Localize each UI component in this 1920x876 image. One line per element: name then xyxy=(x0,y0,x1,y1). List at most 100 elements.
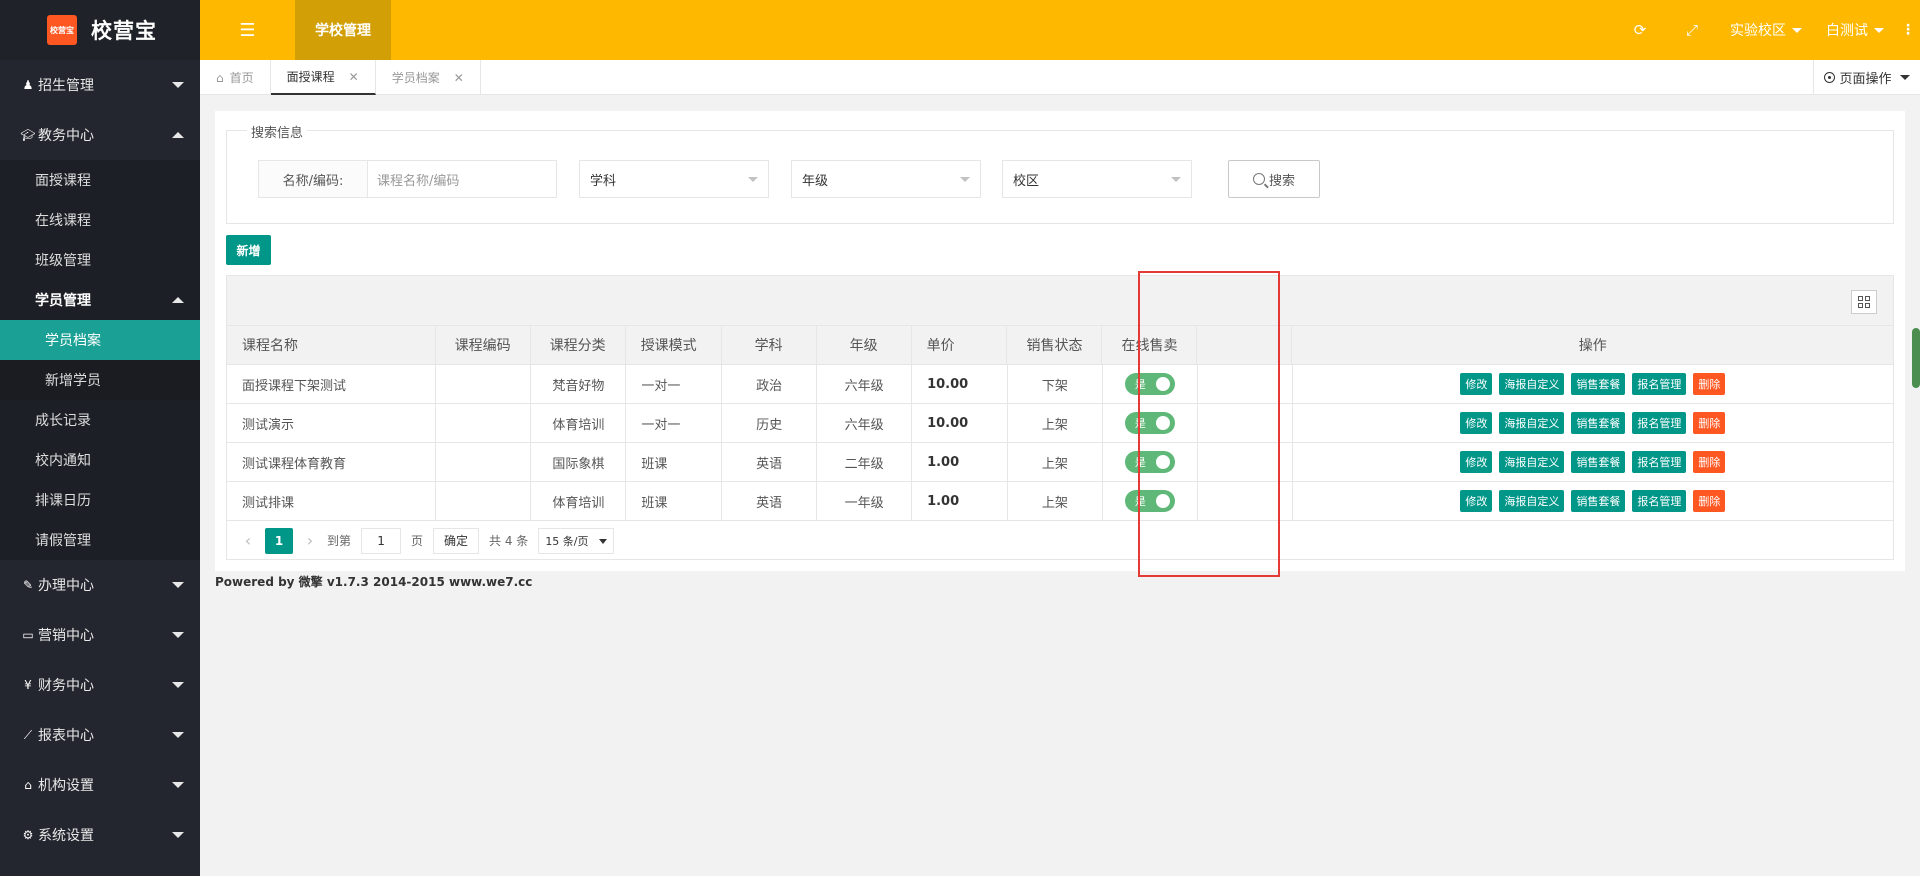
fullscreen-icon[interactable]: ⤢ xyxy=(1666,21,1718,39)
footer-powered-by: Powered by 微擎 v1.7.3 2014-2015 www.we7.c… xyxy=(215,575,533,589)
col-header[interactable]: 单价 xyxy=(912,326,1008,364)
enrollment-management-button[interactable]: 报名管理 xyxy=(1632,412,1687,434)
search-panel: 搜索信息 名称/编码: 课程名称/编码 学科 年级 校区 搜索 xyxy=(226,122,1894,224)
cell-subject: 英语 xyxy=(722,443,818,481)
cell-price: 10.00 xyxy=(912,365,1008,403)
cell-mode: 一对一 xyxy=(626,365,723,403)
tab-face-courses[interactable]: 面授课程 ✕ xyxy=(270,60,376,95)
sidebar-group-academic[interactable]: 🎓︎ 教务中心 xyxy=(0,110,200,160)
bank-icon: ⌂ xyxy=(24,778,32,792)
logo[interactable]: 校营宝 校营宝 xyxy=(0,0,200,60)
sidebar-item-add-student[interactable]: 新增学员 xyxy=(0,360,200,400)
edit-button[interactable]: 修改 xyxy=(1460,373,1493,395)
sidebar-group-enrollment[interactable]: ♟ 招生管理 xyxy=(0,60,200,110)
sidebar-item-student-files[interactable]: 学员档案 xyxy=(0,320,200,360)
sidebar-group-reports[interactable]: ⟋ 报表中心 xyxy=(0,710,200,760)
add-button[interactable]: 新增 xyxy=(226,235,271,265)
page-tabs: ⌂ 首页 面授课程 ✕ 学员档案 ✕ 页面操作 xyxy=(200,60,1920,95)
poster-custom-button[interactable]: 海报自定义 xyxy=(1499,490,1565,512)
enrollment-management-button[interactable]: 报名管理 xyxy=(1632,373,1687,395)
sales-package-button[interactable]: 销售套餐 xyxy=(1571,490,1626,512)
page-size-select[interactable]: 15 条/页 xyxy=(538,527,615,554)
col-header[interactable]: 学科 xyxy=(722,326,817,364)
sidebar-item-leave-management[interactable]: 请假管理 xyxy=(0,520,200,560)
edit-icon: ✎ xyxy=(22,578,34,592)
columns-icon[interactable] xyxy=(1851,290,1877,314)
sidebar-item-schedule-calendar[interactable]: 排课日历 xyxy=(0,480,200,520)
edit-button[interactable]: 修改 xyxy=(1460,412,1493,434)
academic-submenu: 面授课程 在线课程 班级管理 学员管理 学员档案 新增学员 成长记录 校内通知 … xyxy=(0,160,200,560)
col-header[interactable]: 操作 xyxy=(1292,326,1893,364)
sidebar-group-finance[interactable]: ¥ 财务中心 xyxy=(0,660,200,710)
col-header[interactable]: 课程名称 xyxy=(227,326,436,364)
col-header[interactable]: 课程分类 xyxy=(531,326,626,364)
more-vertical-icon[interactable]: ⋮ xyxy=(1896,22,1920,38)
page-input[interactable]: 1 xyxy=(361,527,402,554)
header-tab-school-management[interactable]: 学校管理 xyxy=(295,0,391,60)
edit-button[interactable]: 修改 xyxy=(1460,490,1493,512)
student-submenu: 学员档案 新增学员 xyxy=(0,320,200,400)
cell-subject: 政治 xyxy=(722,365,818,403)
page-number-current[interactable]: 1 xyxy=(265,527,293,554)
page-operations-dropdown[interactable]: 页面操作 xyxy=(1813,60,1920,94)
chevron-down-icon xyxy=(172,582,184,588)
cell-actions: 修改 海报自定义 销售套餐 报名管理 删除 xyxy=(1293,365,1893,403)
course-table: 课程名称 课程编码 课程分类 授课模式 学科 年级 单价 销售状态 在线售卖 操… xyxy=(226,275,1894,560)
sidebar-group-marketing[interactable]: ▭ 营销中心 xyxy=(0,610,200,660)
prev-page-icon[interactable]: ‹ xyxy=(241,531,255,550)
col-header[interactable]: 授课模式 xyxy=(626,326,722,364)
name-code-input[interactable]: 课程名称/编码 xyxy=(367,160,557,198)
sidebar-group-system-settings[interactable]: ⚙ 系统设置 xyxy=(0,810,200,860)
tab-student-files[interactable]: 学员档案 ✕ xyxy=(376,60,481,95)
poster-custom-button[interactable]: 海报自定义 xyxy=(1499,373,1565,395)
cell-actions: 修改 海报自定义 销售套餐 报名管理 删除 xyxy=(1293,443,1893,481)
poster-custom-button[interactable]: 海报自定义 xyxy=(1499,412,1565,434)
sales-package-button[interactable]: 销售套餐 xyxy=(1571,373,1626,395)
sales-package-button[interactable]: 销售套餐 xyxy=(1571,412,1626,434)
sidebar-item-school-notices[interactable]: 校内通知 xyxy=(0,440,200,480)
sidebar-item-class-management[interactable]: 班级管理 xyxy=(0,240,200,280)
target-icon xyxy=(1824,71,1836,83)
close-icon[interactable]: ✕ xyxy=(349,70,359,84)
delete-button[interactable]: 删除 xyxy=(1693,490,1726,512)
enrollment-management-button[interactable]: 报名管理 xyxy=(1632,490,1687,512)
chevron-down-icon xyxy=(1899,74,1910,80)
goto-confirm-button[interactable]: 确定 xyxy=(433,527,480,554)
page-scrollbar[interactable] xyxy=(1912,328,1920,388)
grade-select[interactable]: 年级 xyxy=(791,160,981,198)
cell-mode: 班课 xyxy=(626,482,723,520)
sales-package-button[interactable]: 销售套餐 xyxy=(1571,451,1626,473)
app-title: 校营宝 xyxy=(91,19,157,43)
col-header[interactable]: 销售状态 xyxy=(1007,326,1103,364)
edit-button[interactable]: 修改 xyxy=(1460,451,1493,473)
sidebar-item-online-courses[interactable]: 在线课程 xyxy=(0,200,200,240)
user-dropdown[interactable]: 白测试 xyxy=(1814,20,1896,40)
goto-label: 到第 xyxy=(327,534,352,548)
next-page-icon[interactable]: › xyxy=(303,531,317,550)
delete-button[interactable]: 删除 xyxy=(1693,373,1726,395)
col-header[interactable]: 年级 xyxy=(817,326,912,364)
menu-toggle-button[interactable]: ☰ xyxy=(200,0,295,60)
enrollment-management-button[interactable]: 报名管理 xyxy=(1632,451,1687,473)
chevron-up-icon xyxy=(172,132,184,138)
sidebar-group-handling[interactable]: ✎ 办理中心 xyxy=(0,560,200,610)
refresh-icon[interactable]: ⟳ xyxy=(1614,21,1666,39)
campus-select[interactable]: 校区 xyxy=(1002,160,1192,198)
sidebar-item-face-courses[interactable]: 面授课程 xyxy=(0,160,200,200)
delete-button[interactable]: 删除 xyxy=(1693,451,1726,473)
chevron-down-icon xyxy=(960,177,970,182)
subject-select[interactable]: 学科 xyxy=(579,160,769,198)
search-button[interactable]: 搜索 xyxy=(1228,160,1320,198)
delete-button[interactable]: 删除 xyxy=(1693,412,1726,434)
sidebar-group-org-settings[interactable]: ⌂ 机构设置 xyxy=(0,760,200,810)
campus-dropdown[interactable]: 实验校区 xyxy=(1718,20,1814,40)
sidebar-item-growth-records[interactable]: 成长记录 xyxy=(0,400,200,440)
close-icon[interactable]: ✕ xyxy=(454,71,464,85)
tab-home[interactable]: ⌂ 首页 xyxy=(200,60,271,95)
cell-name: 测试课程体育教育 xyxy=(227,443,436,481)
sidebar-item-student-management[interactable]: 学员管理 xyxy=(0,280,200,320)
col-header[interactable]: 课程编码 xyxy=(436,326,531,364)
page-unit-label: 页 xyxy=(411,534,424,548)
cell-grade: 二年级 xyxy=(817,443,913,481)
poster-custom-button[interactable]: 海报自定义 xyxy=(1499,451,1565,473)
